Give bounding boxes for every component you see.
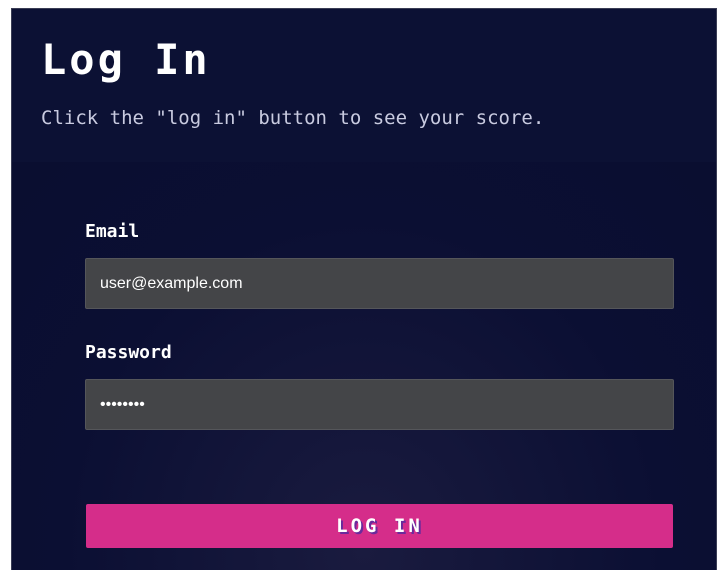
page-title: Log In [41,35,211,84]
page-subtitle: Click the "log in" button to see your sc… [41,107,545,129]
login-header: Log In Click the "log in" button to see … [12,9,716,163]
login-panel: Log In Click the "log in" button to see … [11,8,717,570]
login-button[interactable]: LOG IN [86,504,673,548]
password-label: Password [85,342,172,363]
email-label: Email [85,221,140,242]
email-field[interactable] [85,258,674,309]
password-field[interactable] [85,379,674,430]
